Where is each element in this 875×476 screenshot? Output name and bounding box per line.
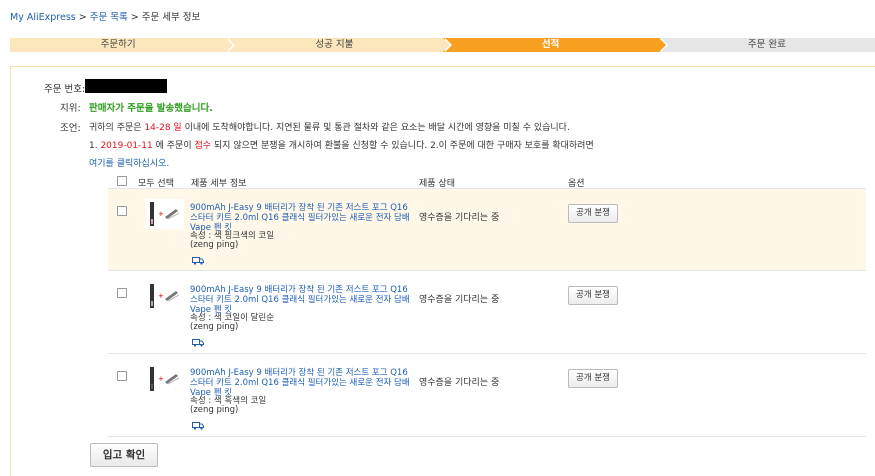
- breadcrumb-orders-link[interactable]: 주문 목록: [90, 12, 128, 23]
- advice-text: 되지 않으면 분쟁을 개시하여 환불을 신청할 수 있습니다. 2.이 주문에 …: [211, 141, 594, 151]
- truck-icon[interactable]: [192, 339, 204, 347]
- step-label: 성공 지불: [315, 39, 354, 50]
- item-status: 영수증을 기다리는 중: [419, 378, 500, 388]
- product-thumbnail[interactable]: +: [146, 281, 184, 311]
- order-number-label: 주문 번호:: [44, 84, 86, 95]
- item-status: 영수증을 기다리는 중: [419, 213, 500, 223]
- product-name-link[interactable]: 900mAh J-Easy 9 배터리가 장착 된 기존 저스트 포그 Q16 …: [190, 368, 410, 398]
- step-shipping: 선적: [442, 38, 668, 52]
- open-dispute-button[interactable]: 공개 분쟁: [568, 204, 618, 223]
- advice-label: 조언:: [60, 123, 81, 134]
- breadcrumb-separator: >: [130, 12, 139, 23]
- order-item-row: + 900mAh J-Easy 9 배터리가 장착 된 기존 저스트 포그 Q1…: [108, 188, 866, 271]
- advice-text: 1.: [89, 141, 101, 151]
- product-name-link[interactable]: 900mAh J-Easy 9 배터리가 장착 된 기존 저스트 포그 Q16 …: [190, 203, 410, 233]
- breadcrumb-separator: >: [78, 12, 87, 23]
- order-item-row: + 900mAh J-Easy 9 배터리가 장착 된 기존 저스트 포그 Q1…: [108, 270, 866, 354]
- dispute-advice: 1. 2019-01-11 에 주문이 접수 되지 않으면 분쟁을 개시하여 환…: [89, 138, 594, 151]
- advice-text: 에 주문이: [152, 141, 195, 151]
- open-dispute-button[interactable]: 공개 분쟁: [568, 286, 618, 305]
- delivery-advice: 귀하의 주문은 14-28 일 이내에 도착해야합니다. 지연된 물류 및 통관…: [89, 120, 570, 133]
- confirm-receipt-button[interactable]: 입고 확인: [90, 443, 158, 467]
- item-status: 영수증을 기다리는 중: [419, 295, 500, 305]
- open-dispute-button[interactable]: 공개 분쟁: [568, 369, 618, 388]
- svg-text:+: +: [158, 375, 164, 383]
- order-number-redacted: [85, 79, 167, 93]
- item-checkbox[interactable]: [117, 288, 127, 298]
- step-label: 선적: [541, 39, 560, 50]
- breadcrumb-home-link[interactable]: My AliExpress: [10, 12, 76, 23]
- advice-days: 14-28 일: [144, 123, 182, 133]
- status-label: 지위:: [60, 103, 81, 114]
- breadcrumb: My AliExpress > 주문 목록 > 주문 세부 정보: [10, 9, 200, 23]
- order-progress-steps: 주문하기 성공 지불 선적 주문 완료: [10, 38, 875, 52]
- advice-date: 2019-01-11: [100, 141, 153, 151]
- step-label: 주문 완료: [747, 39, 786, 50]
- step-label: 주문하기: [100, 39, 136, 50]
- advice-receipt: 접수: [194, 141, 212, 151]
- product-name-link[interactable]: 900mAh J-Easy 9 배터리가 장착 된 기존 저스트 포그 Q16 …: [190, 285, 410, 315]
- item-checkbox[interactable]: [117, 206, 127, 216]
- truck-icon[interactable]: [192, 422, 204, 430]
- order-status-value: 판매자가 주문을 발송했습니다.: [89, 103, 213, 114]
- seller-name: (zeng ping): [190, 240, 239, 250]
- buyer-protection-link[interactable]: 여기를 클릭하십시오.: [89, 156, 169, 169]
- product-thumbnail[interactable]: +: [146, 199, 184, 229]
- seller-name: (zeng ping): [190, 322, 239, 332]
- svg-text:+: +: [158, 210, 164, 218]
- step-order-complete: 주문 완료: [658, 38, 875, 52]
- table-bottom-divider: [108, 436, 866, 437]
- order-item-row: + 900mAh J-Easy 9 배터리가 장착 된 기존 저스트 포그 Q1…: [108, 353, 866, 437]
- svg-text:+: +: [158, 292, 164, 300]
- select-all-checkbox[interactable]: [117, 176, 127, 186]
- step-payment-success: 성공 지불: [226, 38, 452, 52]
- breadcrumb-current: 주문 세부 정보: [141, 12, 201, 23]
- item-checkbox[interactable]: [117, 371, 127, 381]
- seller-name: (zeng ping): [190, 405, 239, 415]
- advice-text: 귀하의 주문은: [89, 123, 145, 133]
- advice-text: 이내에 도착해야합니다. 지연된 물류 및 통관 절차와 같은 요소는 배달 시…: [181, 123, 570, 133]
- product-thumbnail[interactable]: +: [146, 364, 184, 394]
- step-place-order: 주문하기: [10, 38, 236, 52]
- truck-icon[interactable]: [192, 257, 204, 265]
